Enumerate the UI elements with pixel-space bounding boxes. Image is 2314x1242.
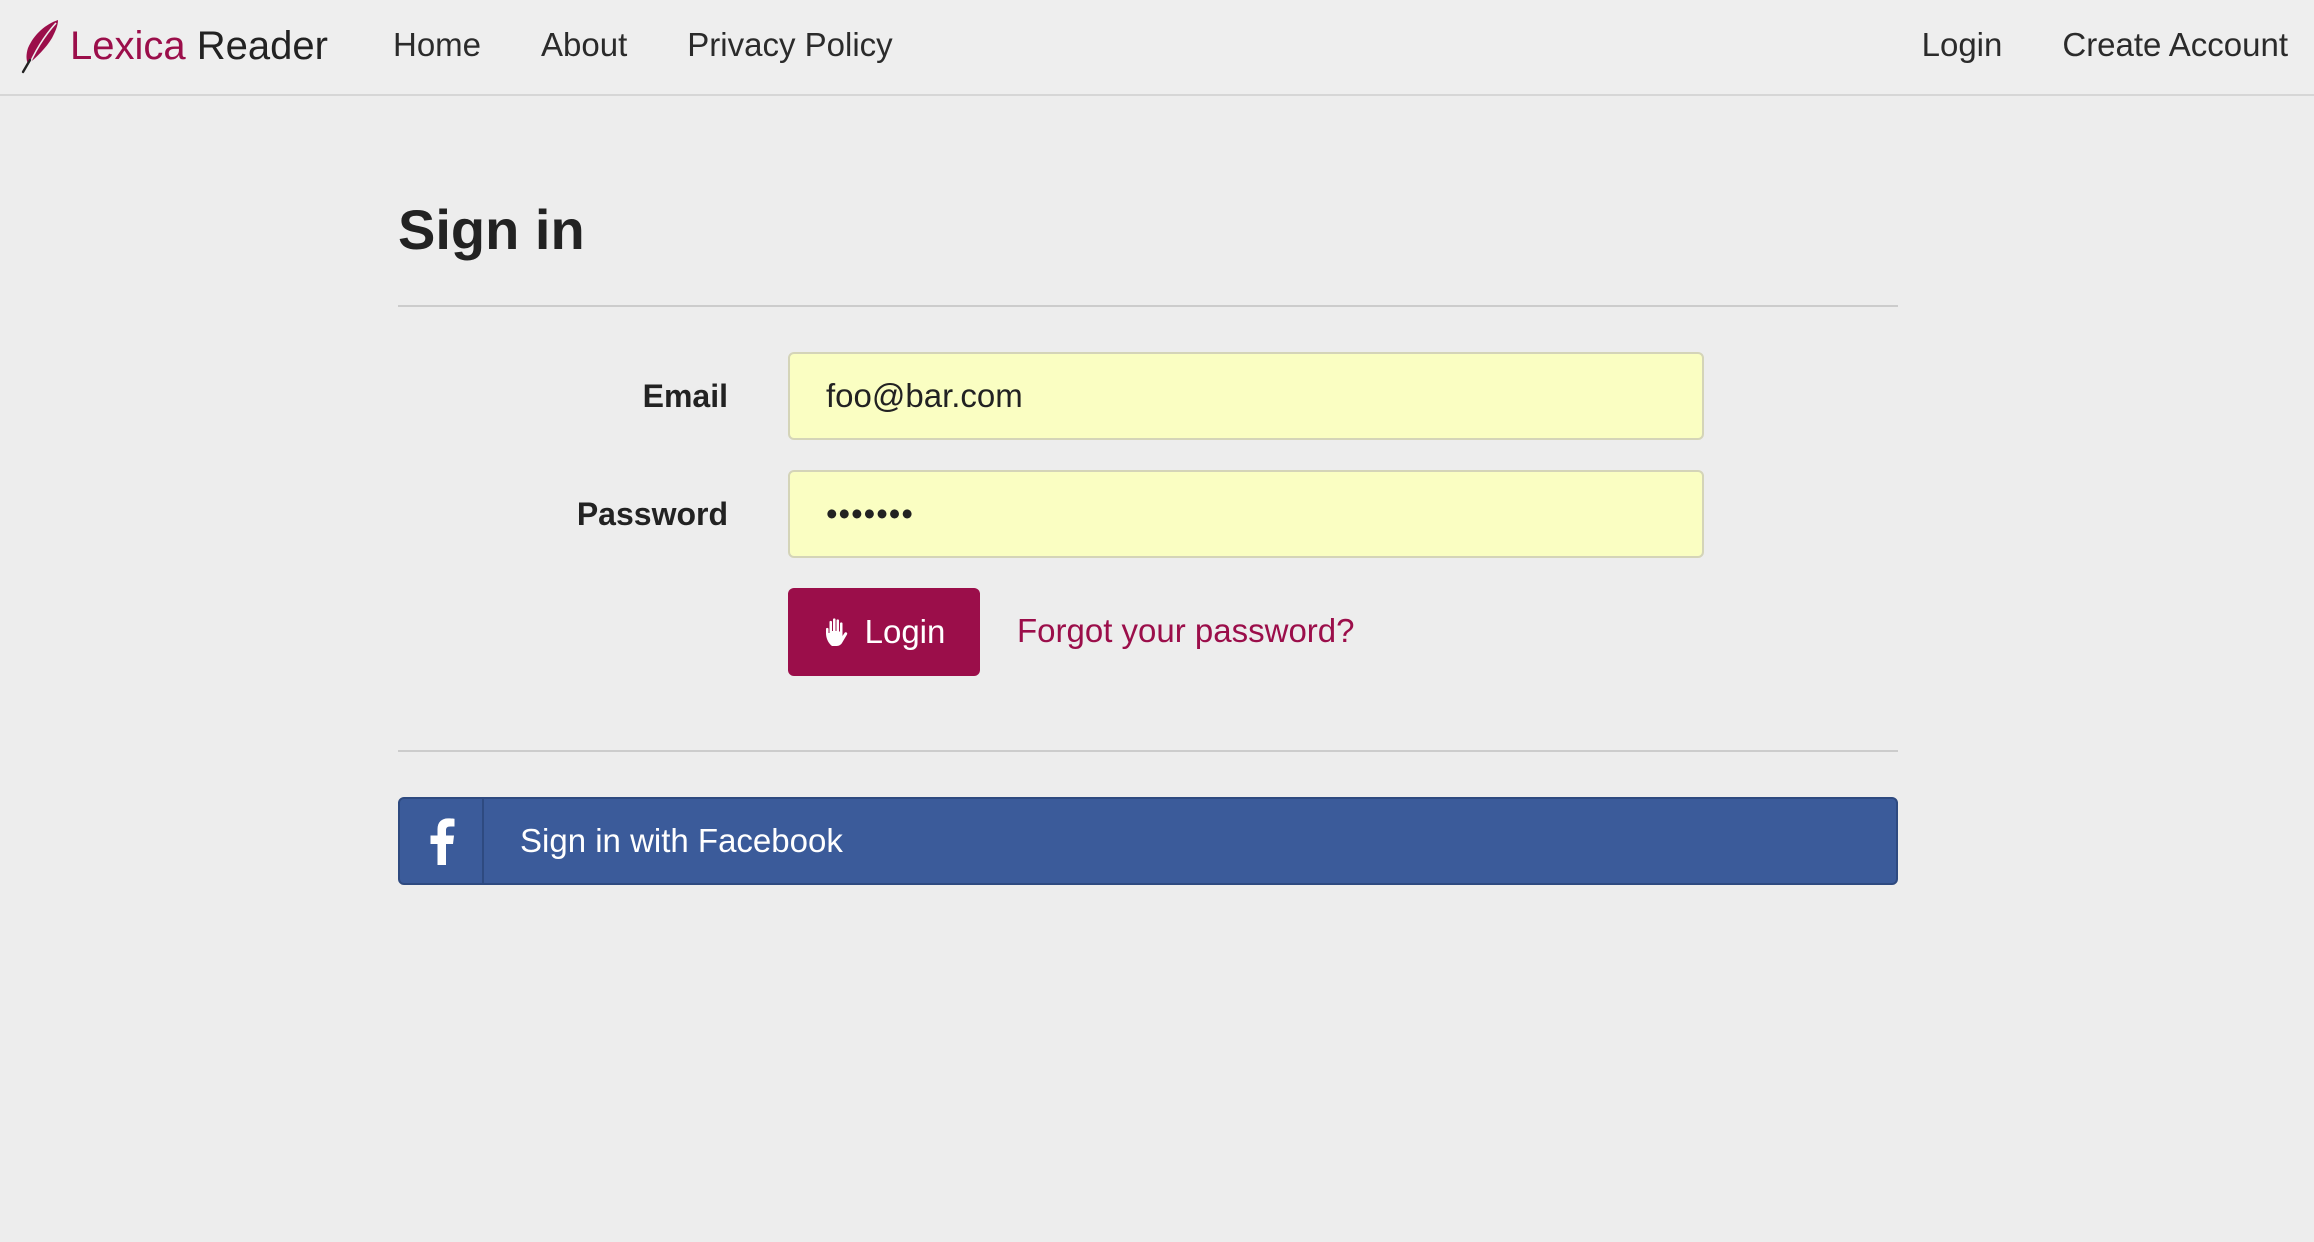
login-button[interactable]: Login: [788, 588, 980, 676]
nav-link-home[interactable]: Home: [393, 22, 481, 68]
nav-link-privacy-policy[interactable]: Privacy Policy: [687, 22, 892, 68]
email-field[interactable]: [788, 352, 1704, 440]
divider-top: [398, 305, 1898, 307]
primary-nav: Home About Privacy Policy: [393, 22, 953, 68]
login-button-label: Login: [864, 613, 946, 650]
password-field[interactable]: [788, 470, 1704, 558]
brand-name-part2: Reader: [196, 24, 328, 68]
top-navbar: Lexica Reader Home About Privacy Policy …: [0, 0, 2314, 96]
forgot-password-link[interactable]: Forgot your password?: [1017, 608, 1355, 654]
page-title: Sign in: [398, 198, 585, 261]
nav-link-login[interactable]: Login: [1922, 22, 2003, 68]
brand-home-link[interactable]: Lexica Reader: [18, 16, 328, 76]
email-label: Email: [642, 378, 728, 414]
quill-feather-icon: [21, 20, 58, 74]
brand-name-part1: Lexica: [70, 24, 186, 68]
facebook-icon-container: [400, 799, 484, 883]
nav-link-about[interactable]: About: [541, 22, 627, 68]
facebook-signin-label: Sign in with Facebook: [520, 822, 843, 859]
divider-bottom: [398, 750, 1898, 752]
facebook-icon: [430, 818, 455, 865]
facebook-signin-button[interactable]: Sign in with Facebook: [398, 797, 1898, 885]
nav-link-create-account[interactable]: Create Account: [2062, 22, 2288, 68]
account-nav: Login Create Account: [1862, 22, 2288, 68]
password-label: Password: [576, 496, 728, 532]
hand-icon: [825, 618, 847, 646]
brand-name: Lexica Reader: [70, 16, 328, 76]
